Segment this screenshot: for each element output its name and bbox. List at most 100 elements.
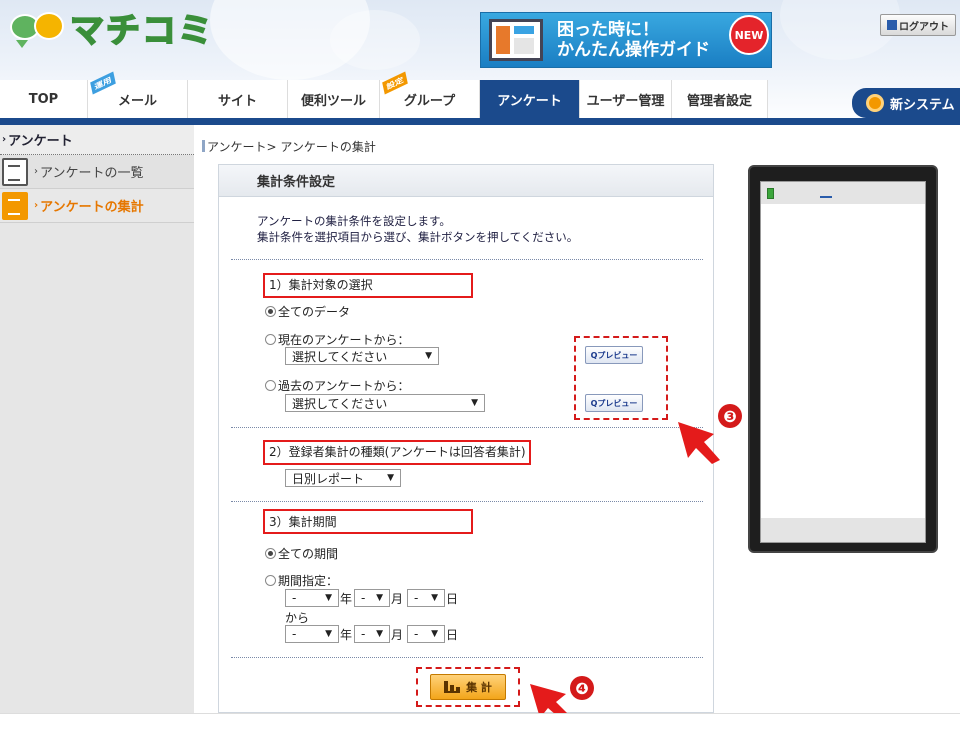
from-year-select[interactable]: - ▼ xyxy=(285,589,339,607)
sidebar-item-label: アンケートの一覧 xyxy=(40,166,144,181)
select-value: - xyxy=(414,591,419,605)
phone-status-bar xyxy=(761,182,925,204)
month-unit: 月 xyxy=(391,628,404,642)
sidebar-title: › アンケート xyxy=(0,125,194,155)
chevron-right-icon: › xyxy=(34,200,39,211)
radio-icon xyxy=(265,575,276,586)
year-unit: 年 xyxy=(340,628,353,642)
select-value: 選択してください xyxy=(292,349,388,364)
page-bottom xyxy=(0,713,960,741)
phone-preview xyxy=(748,165,938,553)
day-unit: 日 xyxy=(446,628,459,642)
select-value: - xyxy=(292,591,297,605)
intro-line: 集計条件を選択項目から選び、集計ボタンを押してください。 xyxy=(257,230,579,244)
annotation-marker-3: ❸ xyxy=(718,404,742,428)
current-survey-select[interactable]: 選択してください ▼ xyxy=(285,347,439,365)
tab-label: アンケート xyxy=(497,93,562,109)
aggregate-button[interactable]: 集 計 xyxy=(430,674,506,700)
tab-top[interactable]: TOP xyxy=(0,80,88,118)
section1-label: 1）集計対象の選択 xyxy=(269,278,373,292)
new-badge: NEW xyxy=(729,15,769,55)
dropdown-arrow-icon: ▼ xyxy=(325,629,332,639)
from-month-select[interactable]: - ▼ xyxy=(354,589,390,607)
divider xyxy=(231,501,703,502)
preview-label: Qプレビュー xyxy=(590,350,638,360)
radio-icon xyxy=(265,334,276,345)
from-day-select[interactable]: - ▼ xyxy=(407,589,445,607)
sidebar-item-label: アンケートの集計 xyxy=(40,200,144,215)
select-value: 選択してください xyxy=(292,396,388,411)
logout-button[interactable]: ログアウト xyxy=(880,14,956,36)
month-unit: 月 xyxy=(391,592,404,606)
tab-survey[interactable]: アンケート xyxy=(480,80,580,118)
radio-all-period[interactable]: 全ての期間 xyxy=(265,545,338,562)
phone-screen xyxy=(760,181,926,543)
logo-chat-icon xyxy=(10,12,66,50)
tab-label: グループ xyxy=(403,93,456,109)
new-system-button[interactable]: 新システム xyxy=(852,88,960,118)
logo[interactable]: マチコミ xyxy=(10,11,214,51)
phone-bottom-bar xyxy=(761,518,925,542)
tab-label: ユーザー管理 xyxy=(586,93,665,109)
monitor-icon xyxy=(489,19,543,61)
annotation-marker-4: ❹ xyxy=(570,676,594,700)
radio-icon xyxy=(265,306,276,317)
preview-button-past[interactable]: Qプレビュー xyxy=(585,394,643,412)
dropdown-arrow-icon: ▼ xyxy=(376,629,383,639)
tab-label: 便利ツール xyxy=(300,93,366,109)
radio-all-data[interactable]: 全てのデータ xyxy=(265,303,350,320)
to-day-select[interactable]: - ▼ xyxy=(407,625,445,643)
select-value: - xyxy=(361,627,366,641)
new-system-label: 新システム xyxy=(890,97,955,113)
divider xyxy=(231,259,703,260)
sidebar-item-survey-list[interactable]: › アンケートの一覧 xyxy=(0,155,194,189)
breadcrumb: アンケート> アンケートの集計 xyxy=(202,138,376,155)
day-unit: 日 xyxy=(446,592,459,606)
sidebar-item-survey-aggregate[interactable]: › アンケートの集計 xyxy=(0,189,194,223)
radio-label: 現在のアンケートから： xyxy=(278,333,410,347)
banner-line1: 困った時に！ xyxy=(557,20,659,40)
guide-banner[interactable]: 困った時に！ かんたん操作ガイド NEW xyxy=(480,12,772,68)
panel-title: 集計条件設定 xyxy=(219,165,713,197)
logout-icon xyxy=(887,20,897,30)
signal-icon xyxy=(820,188,832,198)
sidebar-title-label: アンケート xyxy=(8,134,73,149)
aggregate-settings-panel: 集計条件設定 アンケートの集計条件を設定します。 集計条件を選択項目から選び、集… xyxy=(218,164,714,713)
divider xyxy=(231,657,703,658)
tab-tools[interactable]: 便利ツール xyxy=(288,80,380,118)
bar-chart-icon xyxy=(444,681,461,693)
logout-label: ログアウト xyxy=(899,21,949,33)
tab-admin-settings[interactable]: 管理者設定 xyxy=(672,80,768,118)
tab-user-management[interactable]: ユーザー管理 xyxy=(580,80,672,118)
from-label: から xyxy=(285,611,310,625)
report-type-select[interactable]: 日別レポート ▼ xyxy=(285,469,401,487)
tab-site[interactable]: サイト xyxy=(188,80,288,118)
dropdown-arrow-icon: ▼ xyxy=(325,593,332,603)
dropdown-arrow-icon: ▼ xyxy=(387,473,394,483)
radio-past-survey[interactable]: 過去のアンケートから： xyxy=(265,377,410,394)
radio-label: 過去のアンケートから： xyxy=(278,379,410,393)
radio-icon xyxy=(265,380,276,391)
aggregate-label: 集 計 xyxy=(466,681,492,694)
tab-group[interactable]: 設定 グループ xyxy=(380,71,480,118)
preview-button-current[interactable]: Qプレビュー xyxy=(585,346,643,364)
logo-text: マチコミ xyxy=(69,11,214,51)
radio-icon xyxy=(265,548,276,559)
to-month-select[interactable]: - ▼ xyxy=(354,625,390,643)
past-survey-select[interactable]: 選択してください ▼ xyxy=(285,394,485,412)
tab-mail[interactable]: 運用 メール xyxy=(88,71,188,118)
gear-icon xyxy=(866,94,884,112)
panel-intro: アンケートの集計条件を設定します。 集計条件を選択項目から選び、集計ボタンを押し… xyxy=(257,213,578,245)
year-unit: 年 xyxy=(340,592,353,606)
to-year-select[interactable]: - ▼ xyxy=(285,625,339,643)
select-value: - xyxy=(292,627,297,641)
preview-label: Qプレビュー xyxy=(590,398,638,408)
section3-label: 3）集計期間 xyxy=(269,515,337,529)
radio-specify-period[interactable]: 期間指定： xyxy=(265,572,338,589)
battery-icon xyxy=(767,187,774,199)
radio-current-survey[interactable]: 現在のアンケートから： xyxy=(265,331,410,348)
dropdown-arrow-icon: ▼ xyxy=(431,629,438,639)
tab-label: 管理者設定 xyxy=(686,93,752,109)
intro-line: アンケートの集計条件を設定します。 xyxy=(257,214,451,228)
radio-label: 全ての期間 xyxy=(278,547,339,561)
